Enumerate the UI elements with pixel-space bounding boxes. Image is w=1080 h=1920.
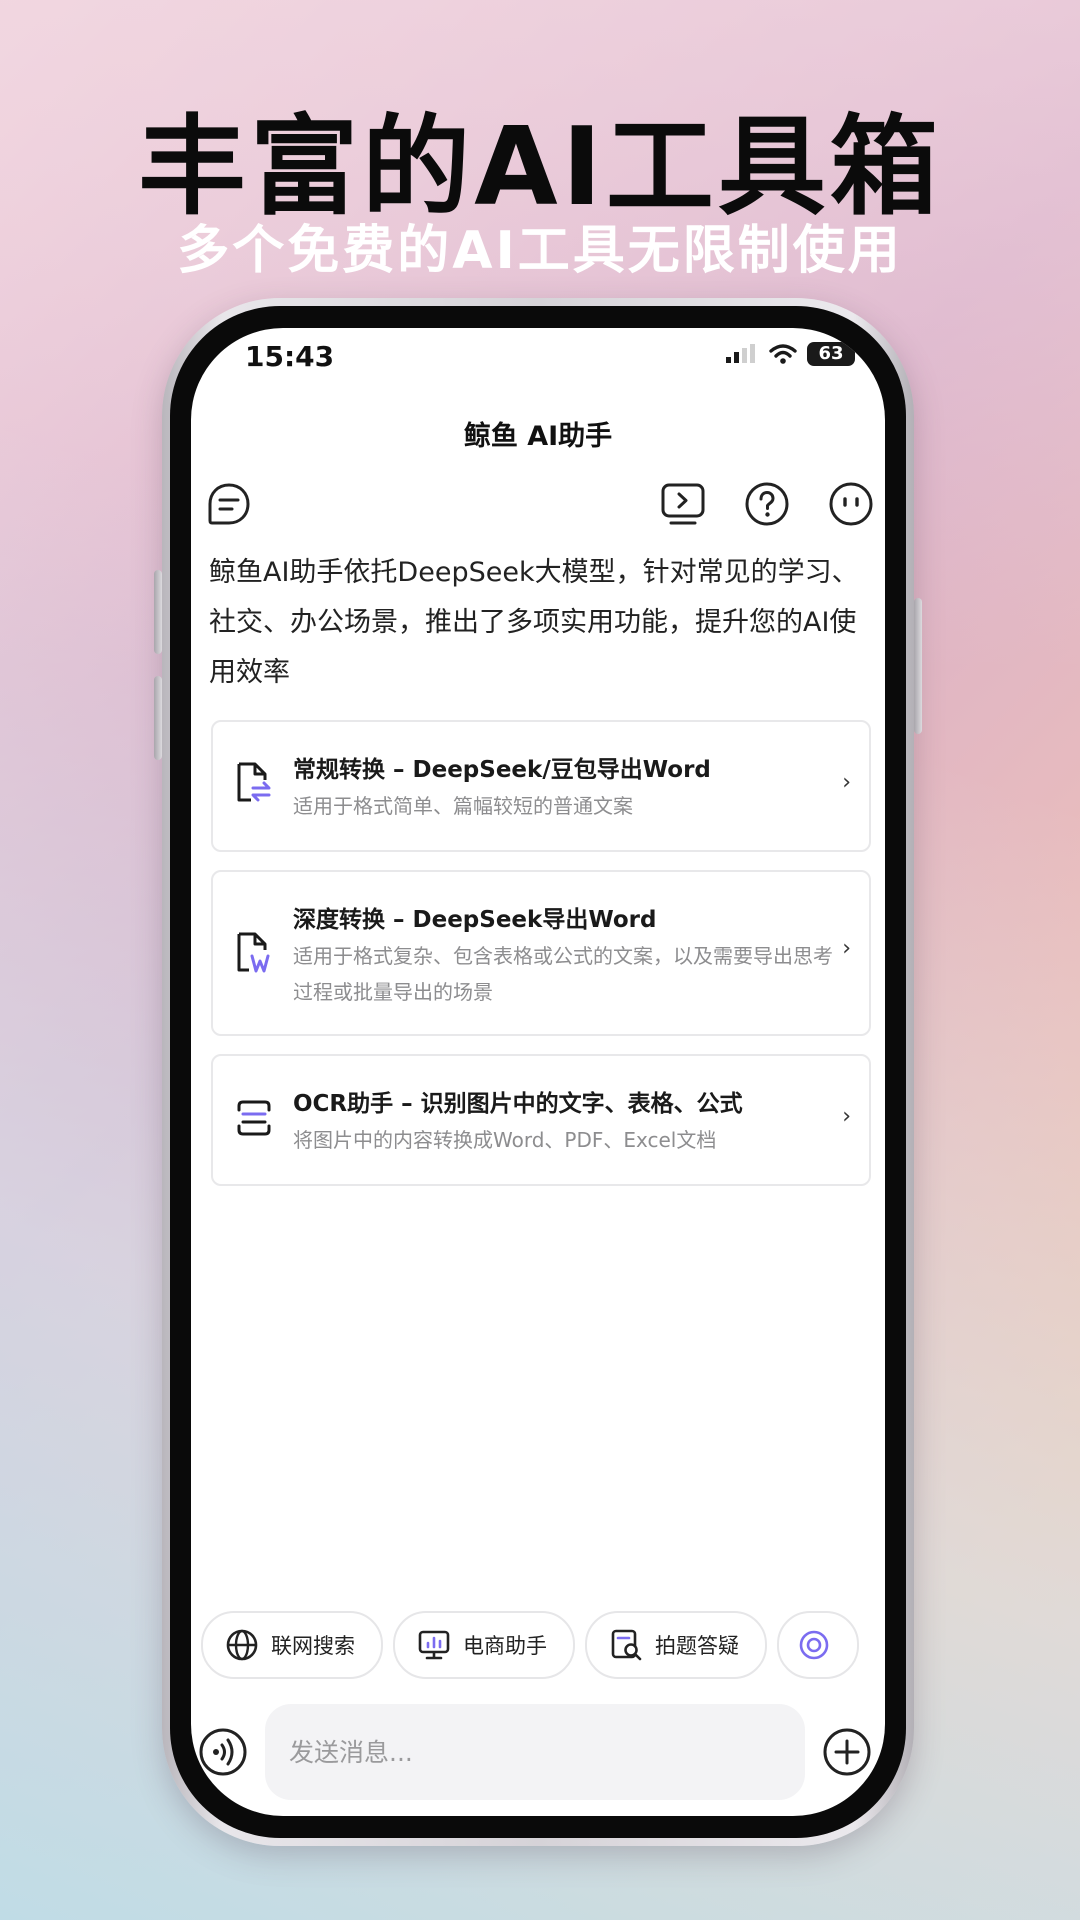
video-play-icon[interactable] (659, 480, 707, 528)
card-desc: 将图片中的内容转换成Word、PDF、Excel文档 (293, 1128, 717, 1152)
globe-icon (226, 1629, 258, 1661)
card-deep-convert[interactable]: 深度转换 – DeepSeek导出Word 适用于格式复杂、包含表格或公式的文案… (211, 870, 871, 1036)
file-word-icon (237, 932, 270, 973)
quick-action-chips: 联网搜索 电商助手 拍题答疑 (201, 1611, 859, 1679)
phone-volume-down-button (154, 676, 162, 760)
message-input[interactable] (265, 1704, 805, 1800)
help-icon[interactable] (743, 480, 791, 528)
chip-more-partial[interactable] (777, 1611, 859, 1679)
battery-indicator: 63 (807, 342, 855, 366)
chip-photo-question[interactable]: 拍题答疑 (585, 1611, 767, 1679)
chevron-right-icon: › (842, 770, 851, 795)
chevron-right-icon: › (842, 1104, 851, 1129)
app-intro: 鲸鱼AI助手依托DeepSeek大模型，针对常见的学习、社交、办公场景，推出了多… (209, 557, 859, 688)
card-title: 深度转换 – DeepSeek导出Word (293, 907, 657, 933)
radar-icon (799, 1630, 829, 1660)
card-ocr-assistant[interactable]: OCR助手 – 识别图片中的文字、表格、公式 将图片中的内容转换成Word、PD… (211, 1054, 871, 1186)
app-title: 鲸鱼 AI助手 (463, 421, 613, 452)
phone-screen: 15:43 63 鲸鱼 AI助手 鲸鱼AI助手依托DeepSeek大模型，针对常… (191, 328, 885, 1816)
wifi-icon (769, 344, 797, 364)
card-desc: 适用于格式复杂、包含表格或公式的文案，以及需要导出思考过程或批量导出的场景 (293, 944, 833, 1004)
file-convert-icon (237, 762, 271, 802)
voice-wave-icon[interactable] (197, 1726, 249, 1778)
card-title: 常规转换 – DeepSeek/豆包导出Word (293, 757, 711, 783)
promo-subline: 多个免费的AI工具无限制使用 (177, 221, 903, 281)
monitor-chart-icon (418, 1630, 450, 1660)
search-doc-icon (611, 1629, 642, 1661)
scan-icon (237, 1100, 271, 1136)
card-title: OCR助手 – 识别图片中的文字、表格、公式 (293, 1091, 743, 1117)
chip-label: 电商助手 (463, 1634, 547, 1658)
chat-bubble-icon[interactable] (205, 480, 253, 528)
chip-web-search[interactable]: 联网搜索 (201, 1611, 383, 1679)
phone-power-button (914, 598, 922, 734)
phone-volume-up-button (154, 570, 162, 654)
signal-icon (726, 344, 755, 363)
add-icon[interactable] (821, 1726, 873, 1778)
face-icon[interactable] (827, 480, 875, 528)
status-time: 15:43 (245, 340, 335, 373)
card-desc: 适用于格式简单、篇幅较短的普通文案 (293, 794, 633, 818)
chip-ecommerce-assistant[interactable]: 电商助手 (393, 1611, 575, 1679)
message-composer (191, 1696, 885, 1806)
status-icons: 63 (725, 342, 855, 366)
status-bar: 15:43 63 (191, 328, 885, 384)
chevron-right-icon: › (842, 936, 851, 961)
chip-label: 联网搜索 (271, 1634, 355, 1658)
card-regular-convert[interactable]: 常规转换 – DeepSeek/豆包导出Word 适用于格式简单、篇幅较短的普通… (211, 720, 871, 852)
chip-label: 拍题答疑 (655, 1634, 739, 1658)
